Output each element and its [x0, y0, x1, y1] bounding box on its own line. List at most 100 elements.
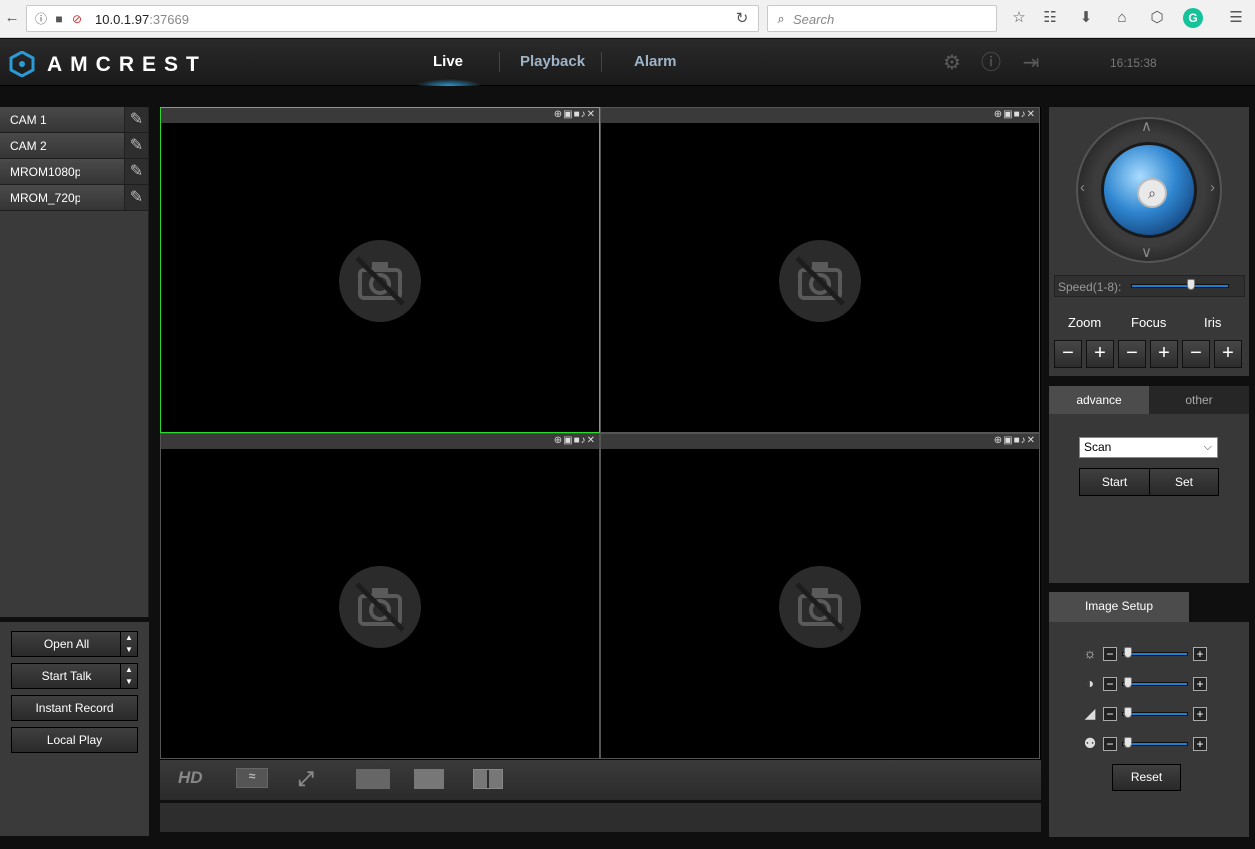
speed-slider-track[interactable] [1131, 284, 1229, 288]
brightness-icon: ☼ [1083, 645, 1097, 661]
video-cell-toolbar: ⊕▣■♪✕ [161, 108, 599, 123]
speed-slider-knob[interactable] [1187, 279, 1195, 290]
camera-label: CAM 2 [10, 139, 47, 153]
zoom-label: Zoom [1068, 315, 1102, 330]
clock: 16:15:38 [1110, 56, 1157, 70]
reading-list-icon[interactable]: ☷ [1040, 8, 1060, 28]
camera-label: MROM1080p [10, 165, 80, 179]
reload-icon[interactable]: ↻ [732, 9, 752, 29]
instant-record-button[interactable]: Instant Record [11, 695, 138, 721]
connect-plug-icon[interactable]: ✎ [124, 185, 148, 210]
contrast-slider-knob[interactable] [1124, 677, 1132, 688]
hue-minus-button[interactable]: − [1103, 737, 1117, 751]
open-all-button[interactable]: Open All ▲ ▼ [11, 631, 138, 657]
brightness-slider-knob[interactable] [1124, 647, 1132, 658]
set-button[interactable]: Set [1149, 468, 1219, 496]
url-text: 10.0.1.97:37669 [95, 12, 189, 27]
start-talk-button[interactable]: Start Talk ▲ ▼ [11, 663, 138, 689]
connect-plug-icon[interactable]: ✎ [124, 133, 148, 158]
cell-tool-icons[interactable]: ⊕▣■♪✕ [994, 109, 1036, 120]
reset-button[interactable]: Reset [1112, 764, 1181, 791]
ptz-mode-value: Scan [1084, 440, 1112, 454]
no-camera-icon [779, 240, 861, 322]
cell-tool-icons[interactable]: ⊕▣■♪✕ [554, 435, 596, 446]
home-icon[interactable]: ⌂ [1112, 8, 1132, 28]
zoom-out-button[interactable]: − [1054, 340, 1082, 368]
tab-playback[interactable]: Playback [520, 53, 585, 70]
ptz-direction-pad[interactable]: ∧ ∨ ‹ › ⌕ [1076, 117, 1222, 263]
iris-minus-button[interactable]: − [1182, 340, 1210, 368]
start-button[interactable]: Start [1079, 468, 1150, 496]
brightness-plus-button[interactable]: + [1193, 647, 1207, 661]
contrast-icon: ◑ [1085, 675, 1095, 691]
pan-up-icon[interactable]: ∧ [1141, 117, 1152, 135]
focus-minus-button[interactable]: − [1118, 340, 1146, 368]
tab-advance[interactable]: advance [1049, 386, 1149, 414]
focus-plus-button[interactable]: + [1150, 340, 1178, 368]
bookmark-star-icon[interactable]: ☆ [1009, 8, 1029, 28]
menu-icon[interactable]: ☰ [1226, 8, 1246, 28]
video-cell[interactable]: ⊕▣■♪✕ [160, 107, 600, 433]
logout-icon[interactable]: ⇥ [1020, 52, 1042, 74]
pan-left-icon[interactable]: ‹ [1080, 179, 1085, 196]
hue-icon: ⚉ [1083, 735, 1097, 751]
tab-alarm[interactable]: Alarm [634, 53, 677, 70]
stream-fluency-icon[interactable]: ≈ [236, 768, 268, 788]
iris-plus-button[interactable]: + [1214, 340, 1242, 368]
pan-right-icon[interactable]: › [1210, 179, 1215, 196]
zoom-in-button[interactable]: + [1086, 340, 1114, 368]
video-cell-toolbar: ⊕▣■♪✕ [601, 108, 1039, 123]
address-bar[interactable]: ⓘ ■ ⊘ 10.0.1.97:37669 ↻ [26, 5, 759, 32]
local-play-button[interactable]: Local Play [11, 727, 138, 753]
download-icon[interactable]: ⬇ [1076, 8, 1096, 28]
image-setup-tab[interactable]: Image Setup [1049, 592, 1189, 622]
camera-item[interactable]: CAM 2 ✎ [0, 133, 148, 159]
video-cell[interactable]: ⊕▣■♪✕ [600, 433, 1040, 759]
focus-label: Focus [1131, 315, 1167, 330]
connect-plug-icon[interactable]: ✎ [124, 107, 148, 132]
saturation-minus-button[interactable]: − [1103, 707, 1117, 721]
hue-plus-button[interactable]: + [1193, 737, 1207, 751]
ptz-mode-select[interactable]: Scan ⌵ [1079, 437, 1218, 458]
fullscreen-icon[interactable]: ⤢ [298, 768, 314, 790]
saturation-slider-knob[interactable] [1124, 707, 1132, 718]
camera-item[interactable]: CAM 1 ✎ [0, 107, 148, 133]
video-cell[interactable]: ⊕▣■♪✕ [600, 107, 1040, 433]
camera-label: MROM_720p [10, 191, 80, 205]
talk-mode-select[interactable]: ▲ ▼ [120, 664, 137, 688]
ptz-panel: ∧ ∨ ‹ › ⌕ Speed(1-8): Zoom Focus Iris − … [1049, 107, 1249, 376]
open-all-stream-select[interactable]: ▲ ▼ [120, 632, 137, 656]
cell-tool-icons[interactable]: ⊕▣■♪✕ [994, 435, 1036, 446]
hd-toggle-button[interactable]: HD [178, 768, 203, 790]
contrast-plus-button[interactable]: + [1193, 677, 1207, 691]
chevron-down-icon: ⌵ [1203, 441, 1212, 453]
status-bar [160, 803, 1041, 832]
grammarly-icon[interactable]: G [1183, 8, 1203, 28]
amcrest-logo-icon [9, 51, 35, 77]
cell-tool-icons[interactable]: ⊕▣■♪✕ [554, 109, 596, 120]
search-input[interactable]: ⌕ Search [767, 5, 997, 32]
ptz-3d-position-icon[interactable]: ⌕ [1137, 178, 1167, 208]
brightness-minus-button[interactable]: − [1103, 647, 1117, 661]
hue-slider-knob[interactable] [1124, 737, 1132, 748]
pocket-icon[interactable]: ⬡ [1147, 8, 1167, 28]
connect-plug-icon[interactable]: ✎ [124, 159, 148, 184]
ptz-joystick[interactable]: ⌕ [1101, 142, 1197, 238]
info-icon[interactable]: ⓘ [980, 52, 1002, 74]
contrast-minus-button[interactable]: − [1103, 677, 1117, 691]
layout-quad-icon[interactable] [473, 769, 503, 789]
settings-gear-icon[interactable]: ⚙ [941, 52, 963, 74]
hue-row: ⚉ − + [1082, 734, 1212, 754]
search-icon: ⌕ [777, 11, 785, 26]
video-cell[interactable]: ⊕▣■♪✕ [160, 433, 600, 759]
camera-item[interactable]: MROM1080p ✎ [0, 159, 148, 185]
tab-live[interactable]: Live [433, 53, 463, 70]
saturation-plus-button[interactable]: + [1193, 707, 1207, 721]
nav-divider [499, 52, 500, 72]
pan-down-icon[interactable]: ∨ [1141, 243, 1152, 261]
layout-single-icon[interactable] [414, 769, 444, 789]
camera-item[interactable]: MROM_720p ✎ [0, 185, 148, 211]
tab-other[interactable]: other [1149, 386, 1249, 414]
back-icon[interactable]: ← [2, 8, 22, 28]
layout-single-wide-icon[interactable] [356, 769, 390, 789]
